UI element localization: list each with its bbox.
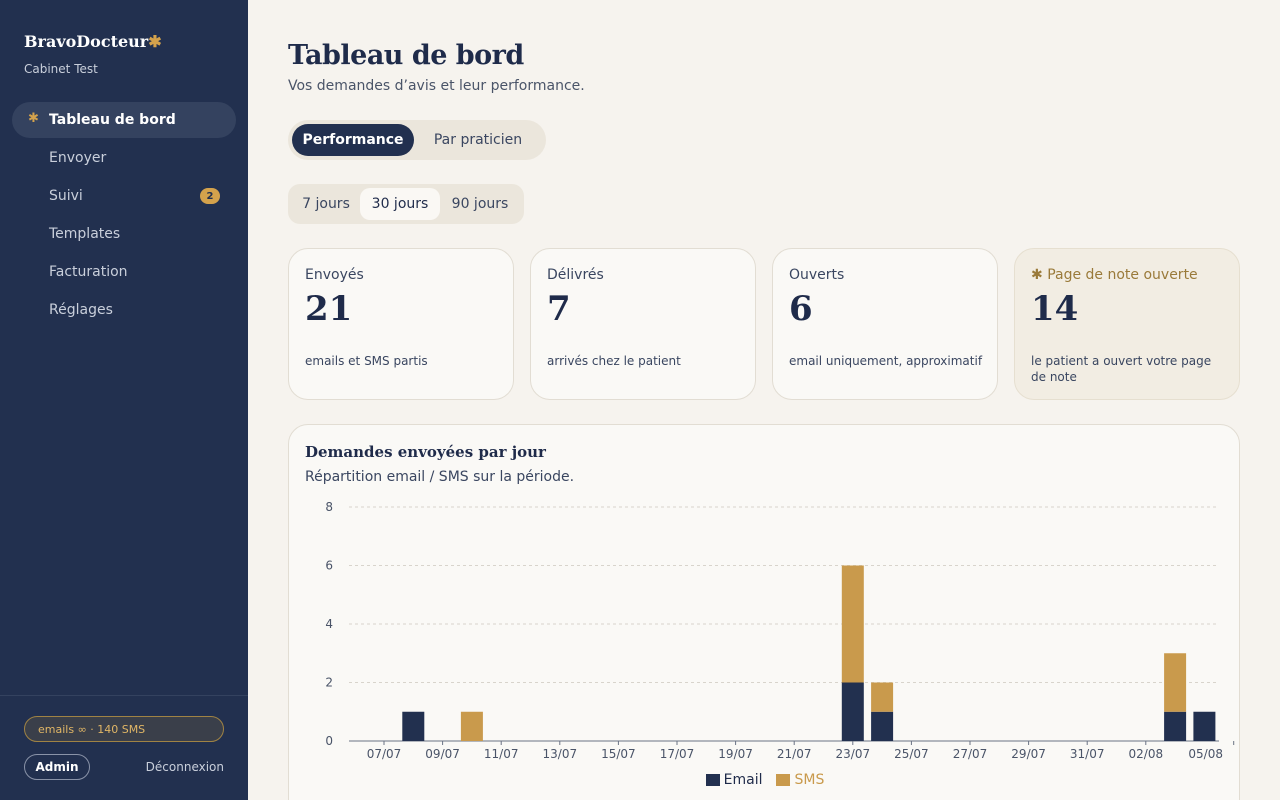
kpi-value: 7 xyxy=(547,289,571,329)
page-subtitle: Vos demandes d’avis et leur performance. xyxy=(288,78,585,94)
kpi-label: Délivrés xyxy=(547,267,604,283)
kpi-value: 6 xyxy=(789,289,813,329)
sms-swatch xyxy=(776,774,791,786)
sidebar-item-label: Envoyer xyxy=(49,150,107,166)
tab-performance[interactable]: Performance xyxy=(292,124,414,156)
tab-7-jours[interactable]: 7 jours xyxy=(292,188,360,220)
kpi-card-delivres: Délivrés 7 arrivés chez le patient xyxy=(530,248,756,400)
bar-sms xyxy=(460,711,483,741)
x-tick-label: 17/07 xyxy=(660,747,695,761)
y-tick-label: 4 xyxy=(325,617,333,631)
sidebar-item-label: Facturation xyxy=(49,264,128,280)
sidebar-item-label: Suivi xyxy=(49,188,83,204)
view-tabs: Performance Par praticien xyxy=(288,120,546,160)
cabinet-name: Cabinet Test xyxy=(24,62,98,76)
x-tick-label: 23/07 xyxy=(836,747,871,761)
kpi-description: le patient a ouvert votre page de note xyxy=(1031,354,1212,384)
period-tabs: 7 jours 30 jours 90 jours xyxy=(288,184,524,224)
sidebar-item-facturation[interactable]: Facturation xyxy=(12,254,236,290)
bar-email xyxy=(1164,711,1187,741)
kpi-description: arrivés chez le patient xyxy=(547,354,681,368)
page-title: Tableau de bord xyxy=(288,40,524,71)
email-swatch xyxy=(705,774,720,786)
suivi-count-badge: 2 xyxy=(200,188,220,204)
x-tick-label: 19/07 xyxy=(718,747,753,761)
asterisk-icon: ✱ xyxy=(28,111,39,126)
kpi-description: emails et SMS partis xyxy=(305,354,428,368)
tab-90-jours[interactable]: 90 jours xyxy=(440,188,520,220)
admin-button[interactable]: Admin xyxy=(24,754,90,780)
legend-item-sms: SMS xyxy=(776,772,824,788)
brand-logo[interactable]: BravoDocteur✱ xyxy=(24,32,162,51)
x-tick-label: 21/07 xyxy=(777,747,812,761)
sidebar-item-label: Réglages xyxy=(49,302,113,318)
sidebar: BravoDocteur✱ Cabinet Test ✱ Tableau de … xyxy=(0,0,248,800)
asterisk-icon: ✱ xyxy=(1031,267,1043,283)
quota-badge[interactable]: emails ∞ · 140 SMS xyxy=(24,716,224,742)
sidebar-item-label: Templates xyxy=(49,226,121,242)
chart-card: Demandes envoyées par jour Répartition e… xyxy=(288,424,1240,800)
tab-30-jours[interactable]: 30 jours xyxy=(360,188,440,220)
x-tick-label: 27/07 xyxy=(953,747,988,761)
x-tick-label: 11/07 xyxy=(484,747,519,761)
logout-link[interactable]: Déconnexion xyxy=(146,760,224,774)
x-tick-label: 31/07 xyxy=(1070,747,1105,761)
y-tick-label: 0 xyxy=(325,734,333,748)
kpi-value: 14 xyxy=(1031,289,1079,329)
sidebar-item-envoyer[interactable]: Envoyer xyxy=(12,140,236,176)
kpi-label: Envoyés xyxy=(305,267,364,283)
kpi-label: Ouverts xyxy=(789,267,845,283)
x-tick-label: 15/07 xyxy=(601,747,636,761)
x-tick-label: 09/07 xyxy=(425,747,460,761)
kpi-label: ✱ Page de note ouverte xyxy=(1031,267,1198,283)
kpi-description: email uniquement, approximatif xyxy=(789,354,983,368)
bar-sms xyxy=(871,682,894,712)
kpi-card-ouverts: Ouverts 6 email uniquement, approximatif xyxy=(772,248,998,400)
sidebar-nav: ✱ Tableau de bord Envoyer Suivi 2 Templa… xyxy=(12,102,236,330)
sidebar-item-tableau-de-bord[interactable]: ✱ Tableau de bord xyxy=(12,102,236,138)
tab-par-praticien[interactable]: Par praticien xyxy=(414,124,542,156)
bar-email xyxy=(871,711,894,741)
kpi-card-page-de-note: ✱ Page de note ouverte 14 le patient a o… xyxy=(1014,248,1240,400)
kpi-card-envoyes: Envoyés 21 emails et SMS partis xyxy=(288,248,514,400)
bar-sms xyxy=(841,565,864,683)
x-tick-label: 13/07 xyxy=(543,747,578,761)
x-tick-label: 29/07 xyxy=(1011,747,1046,761)
x-tick-label: 05/08 xyxy=(1188,747,1223,761)
legend-item-email: Email xyxy=(705,772,762,788)
sidebar-item-templates[interactable]: Templates xyxy=(12,216,236,252)
x-tick-label: 02/08 xyxy=(1129,747,1164,761)
y-tick-label: 8 xyxy=(325,500,333,514)
bar-sms xyxy=(1164,653,1187,712)
x-tick-label: 07/07 xyxy=(367,747,402,761)
sidebar-item-label: Tableau de bord xyxy=(49,112,176,128)
kpi-value: 21 xyxy=(305,289,353,329)
bar-email xyxy=(402,711,425,741)
sidebar-item-reglages[interactable]: Réglages xyxy=(12,292,236,328)
bar-email xyxy=(841,682,864,741)
sidebar-divider xyxy=(0,695,248,696)
bar-chart: 0 2 4 6 8 07/07 09/07 11/07 13/07 15/07 17/07 19/07… xyxy=(325,500,1235,761)
y-tick-label: 2 xyxy=(325,676,333,690)
x-tick-label: 25/07 xyxy=(894,747,929,761)
sidebar-item-suivi[interactable]: Suivi 2 xyxy=(12,178,236,214)
y-tick-label: 6 xyxy=(325,559,333,573)
bar-email xyxy=(1193,711,1216,741)
chart-legend: Email SMS xyxy=(289,772,1241,788)
brand-asterisk-icon: ✱ xyxy=(148,32,162,51)
